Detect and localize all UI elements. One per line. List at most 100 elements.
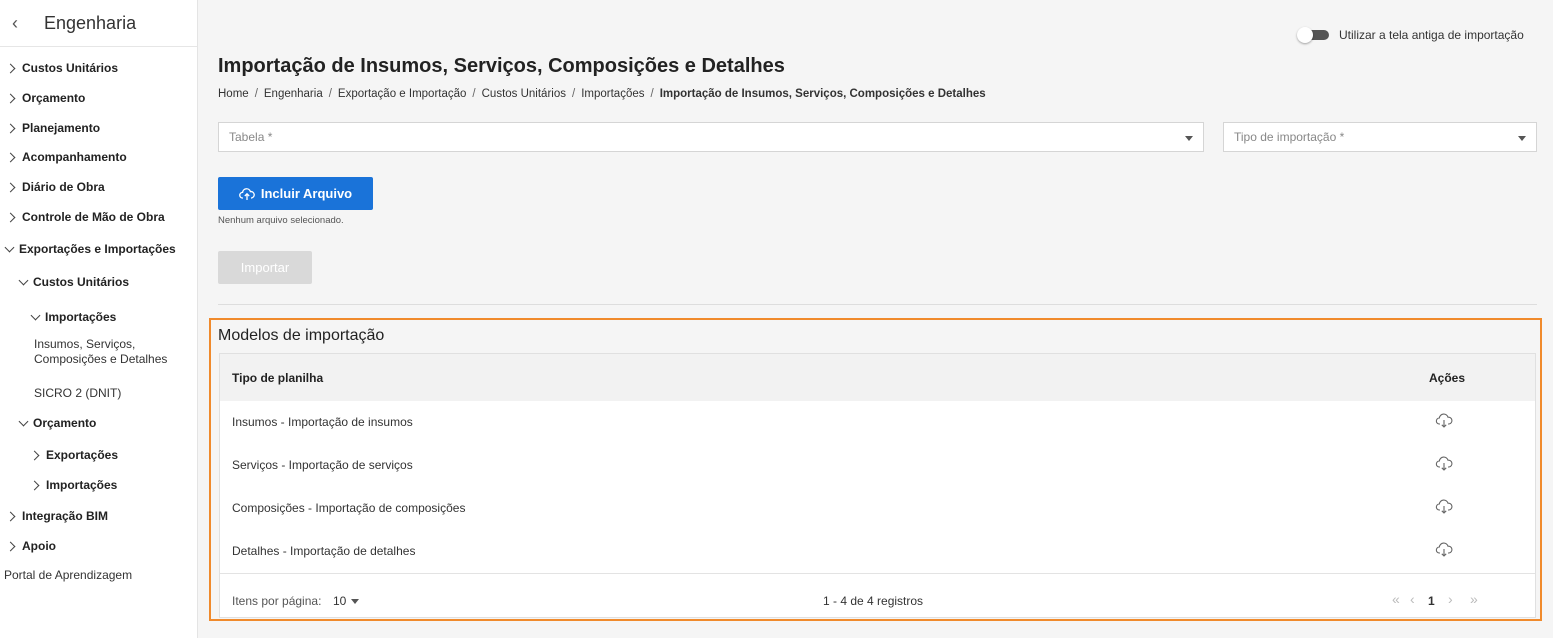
chevron-right-icon — [6, 540, 18, 552]
include-file-button[interactable]: Incluir Arquivo — [218, 177, 373, 210]
col-tipo-planilha: Tipo de planilha — [232, 371, 324, 385]
download-icon[interactable] — [1435, 498, 1453, 521]
sidebar-item-importacoes-orcamento[interactable]: Importações — [30, 474, 197, 496]
divider — [218, 304, 1537, 305]
breadcrumb-engenharia[interactable]: Engenharia — [264, 88, 323, 100]
sidebar-item-label: Custos Unitários — [22, 61, 119, 75]
sidebar-item-insumos-servicos[interactable]: Insumos, Serviços, Composições e Detalhe… — [34, 337, 197, 367]
sidebar-item-label: Custos Unitários — [33, 275, 130, 289]
chevron-down-icon — [4, 243, 16, 255]
sidebar-item-label: Orçamento — [33, 416, 97, 430]
download-icon[interactable] — [1435, 455, 1453, 478]
sidebar-item-orcamento[interactable]: Orçamento — [6, 87, 197, 109]
chevron-right-icon — [6, 510, 18, 522]
toggle-label: Utilizar a tela antiga de importação — [1339, 28, 1524, 42]
sidebar-item-planejamento[interactable]: Planejamento — [6, 117, 197, 139]
row-label: Detalhes - Importação de detalhes — [232, 544, 416, 558]
chevron-right-icon — [30, 449, 42, 461]
breadcrumb: Home / Engenharia / Exportação e Importação /… — [218, 88, 986, 100]
include-file-label: Incluir Arquivo — [260, 186, 353, 201]
sidebar-item-label: Diário de Obra — [22, 180, 105, 194]
chevron-right-icon — [6, 151, 18, 163]
sidebar-item-label: SICRO 2 (DNIT) — [34, 386, 122, 400]
no-file-text: Nenhum arquivo selecionado. — [218, 215, 344, 226]
sidebar-item-custos-unitarios-sub[interactable]: Custos Unitários — [18, 271, 197, 293]
table-row: Insumos - Importação de insumos — [220, 401, 1535, 445]
sidebar-title: Engenharia — [44, 12, 137, 33]
current-page[interactable]: 1 — [1428, 594, 1435, 608]
tipo-importacao-placeholder: Tipo de importação * — [1234, 130, 1345, 144]
prev-page-icon[interactable]: ‹ — [1410, 591, 1415, 607]
chevron-down-icon — [30, 311, 42, 323]
row-label: Serviços - Importação de serviços — [232, 458, 413, 472]
sidebar-item-importacoes[interactable]: Importações — [30, 306, 197, 328]
chevron-right-icon — [6, 122, 18, 134]
models-table: Tipo de planilha Ações Insumos - Importa… — [219, 353, 1536, 618]
table-footer: Itens por página: 10 1 - 4 de 4 registro… — [220, 576, 1535, 618]
import-button[interactable]: Importar — [218, 251, 312, 284]
items-per-page-label: Itens por página: — [232, 594, 322, 608]
items-per-page-select[interactable]: 10 — [333, 594, 346, 608]
sidebar-item-label: Portal de Aprendizagem — [4, 568, 133, 582]
chevron-right-icon — [6, 211, 18, 223]
chevron-right-icon — [6, 62, 18, 74]
table-header: Tipo de planilha Ações — [220, 354, 1535, 401]
sidebar-item-sicro[interactable]: SICRO 2 (DNIT) — [34, 382, 197, 404]
next-page-icon[interactable]: › — [1448, 591, 1453, 607]
breadcrumb-custos-unitarios[interactable]: Custos Unitários — [482, 88, 566, 100]
records-range: 1 - 4 de 4 registros — [823, 594, 924, 608]
old-import-screen-toggle[interactable] — [1297, 27, 1331, 43]
caret-down-icon — [1185, 136, 1193, 141]
first-page-icon[interactable]: « — [1392, 591, 1400, 607]
sidebar-item-label: Controle de Mão de Obra — [22, 210, 165, 224]
sidebar-item-custos-unitarios[interactable]: Custos Unitários — [6, 57, 197, 79]
sidebar-header: ‹ Engenharia — [0, 0, 197, 47]
sidebar-item-label: Importações — [45, 310, 117, 324]
tipo-importacao-select[interactable]: Tipo de importação * — [1223, 122, 1537, 152]
sidebar-item-label: Acompanhamento — [22, 150, 127, 164]
sidebar-item-label: Exportações e Importações — [19, 242, 176, 256]
cloud-upload-icon — [239, 187, 255, 200]
sidebar-item-integracao-bim[interactable]: Integração BIM — [6, 505, 197, 527]
sidebar: ‹ Engenharia Custos Unitários Orçamento … — [0, 0, 198, 638]
chevron-right-icon — [6, 92, 18, 104]
chevron-right-icon — [6, 181, 18, 193]
sidebar-item-apoio[interactable]: Apoio — [6, 535, 197, 557]
breadcrumb-current: Importação de Insumos, Serviços, Composi… — [659, 88, 986, 100]
models-title: Modelos de importação — [218, 327, 385, 344]
sidebar-item-portal-aprendizagem[interactable]: Portal de Aprendizagem — [4, 564, 197, 586]
tabela-select[interactable]: Tabela * — [218, 122, 1204, 152]
last-page-icon[interactable]: » — [1470, 591, 1478, 607]
download-icon[interactable] — [1435, 412, 1453, 435]
caret-down-icon[interactable] — [351, 599, 359, 604]
toggle-knob — [1297, 27, 1313, 43]
page-title: Importação de Insumos, Serviços, Composi… — [218, 55, 785, 77]
sidebar-item-label: Integração BIM — [22, 509, 109, 523]
sidebar-item-label: Insumos, Serviços, — [34, 337, 136, 351]
table-row: Serviços - Importação de serviços — [220, 444, 1535, 488]
breadcrumb-importacoes[interactable]: Importações — [581, 88, 644, 100]
back-icon[interactable]: ‹ — [0, 13, 30, 34]
breadcrumb-home[interactable]: Home — [218, 88, 249, 100]
sidebar-item-label: Orçamento — [22, 91, 86, 105]
breadcrumb-exportacao-importacao[interactable]: Exportação e Importação — [338, 88, 467, 100]
sidebar-item-orcamento-sub[interactable]: Orçamento — [18, 412, 197, 434]
sidebar-item-label: Importações — [46, 478, 118, 492]
sidebar-item-label: Composições e Detalhes — [34, 352, 168, 366]
tabela-placeholder: Tabela * — [229, 130, 273, 144]
col-acoes: Ações — [1429, 371, 1466, 385]
chevron-down-icon — [18, 417, 30, 429]
chevron-right-icon — [30, 479, 42, 491]
sidebar-item-exportacoes-importacoes[interactable]: Exportações e Importações — [4, 238, 197, 260]
table-row: Composições - Importação de composições — [220, 487, 1535, 531]
sidebar-item-exportacoes[interactable]: Exportações — [30, 444, 197, 466]
sidebar-item-diario-de-obra[interactable]: Diário de Obra — [6, 176, 197, 198]
sidebar-item-controle-mao-de-obra[interactable]: Controle de Mão de Obra — [6, 206, 197, 228]
sidebar-item-label: Planejamento — [22, 121, 101, 135]
caret-down-icon — [1518, 136, 1526, 141]
sidebar-item-acompanhamento[interactable]: Acompanhamento — [6, 146, 197, 168]
row-label: Composições - Importação de composições — [232, 501, 466, 515]
chevron-down-icon — [18, 276, 30, 288]
row-label: Insumos - Importação de insumos — [232, 415, 413, 429]
download-icon[interactable] — [1435, 541, 1453, 564]
